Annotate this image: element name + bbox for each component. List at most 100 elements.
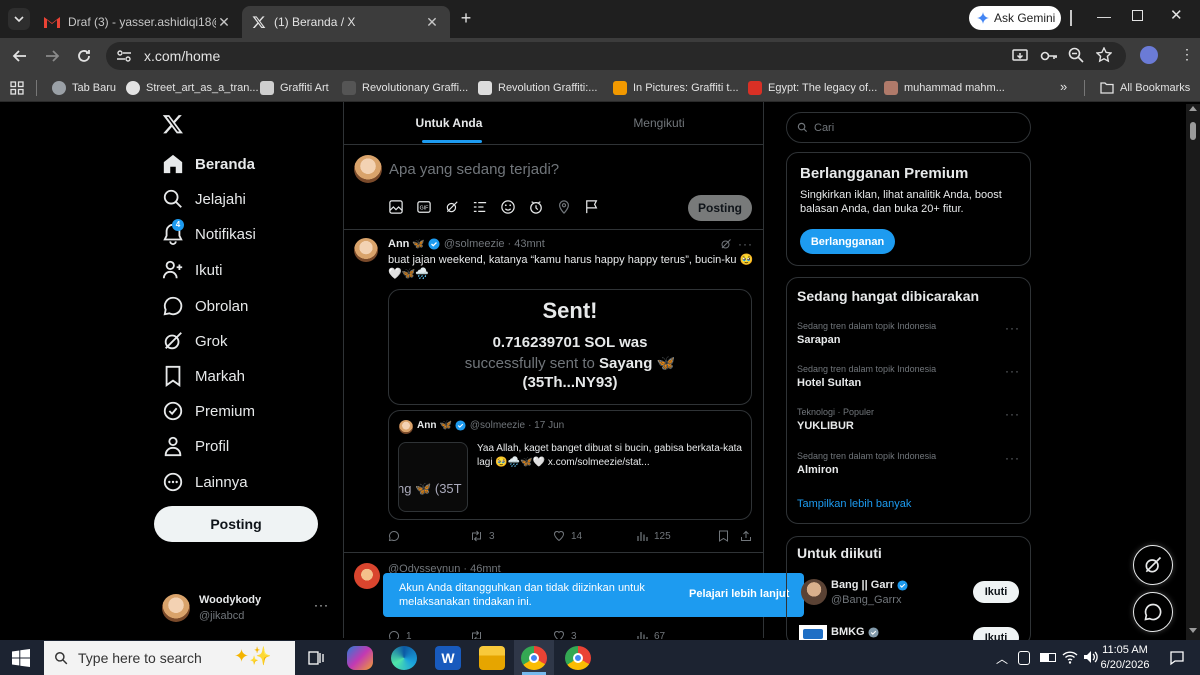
meet-now-icon[interactable] (1018, 651, 1030, 665)
bookmark-item[interactable]: Graffiti Art (260, 80, 329, 96)
forward-arrow-icon[interactable] (44, 48, 60, 64)
tab-following[interactable]: Mengikuti (554, 102, 764, 144)
more-icon[interactable]: ··· (314, 598, 329, 612)
grok-icon[interactable] (720, 238, 732, 250)
scrollbar-track[interactable] (1186, 104, 1200, 640)
views-button[interactable]: 67 (636, 630, 665, 639)
nav-item-premium[interactable]: Premium (162, 397, 255, 425)
tweet[interactable]: Ann 🦋 @solmeezie · 43mnt ··· buat jajan … (344, 230, 764, 552)
apps-grid-icon[interactable] (10, 81, 24, 95)
bookmark-star-icon[interactable] (1096, 47, 1112, 63)
messages-float-button[interactable] (1133, 592, 1173, 632)
wifi-icon[interactable] (1062, 650, 1078, 664)
all-bookmarks-button[interactable]: All Bookmarks (1100, 80, 1190, 96)
close-window-button[interactable]: ✕ (1170, 6, 1183, 24)
restore-button[interactable] (1132, 10, 1143, 21)
tab-x-home[interactable]: (1) Beranda / X ✕ (242, 6, 450, 38)
scrollbar-thumb[interactable] (1190, 122, 1196, 140)
windows-start-icon[interactable] (12, 649, 30, 667)
nav-item-grok[interactable]: Grok (162, 327, 228, 355)
minimize-button[interactable]: — (1097, 8, 1111, 24)
more-icon[interactable]: ··· (1005, 407, 1020, 421)
clock[interactable]: 11:05 AM 6/20/2026 (1100, 643, 1150, 673)
learn-more-link[interactable]: Pelajari lebih lanjut (689, 588, 789, 600)
scroll-down-arrow-icon[interactable] (1189, 628, 1197, 633)
account-switcher[interactable]: Woodykody @jikabcd ··· (154, 588, 334, 628)
nav-item-more[interactable]: Lainnya (162, 468, 248, 496)
taskbar-search-input[interactable]: Type here to search ✦✨ (44, 641, 295, 675)
more-icon[interactable]: ··· (1005, 451, 1020, 465)
nav-item-chat[interactable]: Obrolan (162, 292, 248, 320)
task-view-icon[interactable] (308, 650, 324, 666)
new-tab-button[interactable]: + (456, 8, 476, 28)
chrome-menu-icon[interactable]: ⋮ (1180, 46, 1194, 62)
notifications-icon[interactable] (1169, 650, 1185, 666)
more-icon[interactable]: ··· (1005, 364, 1020, 378)
address-bar[interactable]: x.com/home (106, 42, 1126, 70)
retweet-button[interactable] (470, 630, 489, 639)
close-icon[interactable]: ✕ (216, 14, 232, 31)
like-button[interactable]: 3 (553, 630, 577, 639)
trend-item[interactable]: Sedang tren dalam topik Indonesia Sarapa… (797, 321, 1029, 351)
zoom-icon[interactable] (1068, 47, 1084, 63)
grok-icon[interactable] (445, 200, 459, 214)
reload-icon[interactable] (76, 48, 92, 64)
bookmark-icon[interactable] (718, 530, 729, 542)
back-arrow-icon[interactable] (12, 48, 28, 64)
nav-item-explore[interactable]: Jelajahi (162, 185, 246, 213)
battery-icon[interactable] (1040, 653, 1056, 662)
reply-button[interactable]: 1 (388, 630, 412, 639)
show-hidden-icons[interactable]: ︿ (996, 650, 1008, 667)
image-icon[interactable] (389, 200, 403, 214)
bookmark-item[interactable]: Tab Baru (52, 80, 116, 96)
tab-search-button[interactable] (8, 8, 30, 30)
compose-input[interactable]: Apa yang sedang terjadi? (389, 161, 559, 178)
post-button[interactable]: Posting (154, 506, 318, 542)
poll-icon[interactable] (473, 200, 487, 214)
author-name[interactable]: Ann (388, 238, 409, 250)
ask-gemini-button[interactable]: Ask Gemini (969, 6, 1061, 30)
scroll-up-arrow-icon[interactable] (1189, 106, 1197, 111)
more-icon[interactable]: ··· (738, 237, 753, 251)
bookmark-item[interactable]: Revolution Graffiti:... (478, 80, 597, 96)
share-icon[interactable] (740, 530, 752, 542)
search-input[interactable]: Cari (786, 112, 1031, 143)
more-icon[interactable]: ··· (1005, 321, 1020, 335)
file-explorer-icon[interactable] (479, 646, 505, 670)
show-more-link[interactable]: Tampilkan lebih banyak (797, 498, 911, 510)
nav-item-follow[interactable]: Ikuti (162, 256, 223, 284)
trend-item[interactable]: Sedang tren dalam topik Indonesia Hotel … (797, 364, 1029, 394)
gif-icon[interactable]: GIF (417, 200, 431, 214)
volume-icon[interactable] (1083, 650, 1099, 664)
more-bookmarks-icon[interactable]: » (1060, 79, 1067, 94)
flag-icon[interactable] (585, 200, 599, 214)
subscribe-button[interactable]: Berlangganan (800, 229, 895, 254)
follow-button[interactable]: Ikuti (973, 581, 1019, 603)
retweet-button[interactable]: 3 (470, 530, 495, 542)
tweet-media-card[interactable]: Sent! 0.716239701 SOL was successfully s… (388, 289, 752, 405)
trend-item[interactable]: Sedang tren dalam topik Indonesia Almiro… (797, 451, 1029, 481)
profile-avatar[interactable] (1140, 46, 1158, 64)
author-handle[interactable]: @solmeezie (444, 238, 505, 250)
quote-tweet[interactable]: Ann 🦋 @solmeezie · 17 Jun ng 🦋 (35T Yaa … (388, 410, 752, 520)
bookmark-item[interactable]: Street_art_as_a_tran... (126, 80, 259, 96)
nav-item-profile[interactable]: Profil (162, 432, 229, 460)
follow-suggestion[interactable]: Bang || Garr @Bang_Garrx Ikuti (797, 575, 1029, 611)
password-key-icon[interactable] (1040, 48, 1058, 64)
bookmark-item[interactable]: Egypt: The legacy of... (748, 80, 877, 96)
emoji-icon[interactable] (501, 200, 515, 214)
tweet-time[interactable]: · 43mnt (508, 238, 545, 250)
bookmark-item[interactable]: In Pictures: Graffiti t... (613, 80, 739, 96)
schedule-icon[interactable] (529, 200, 543, 214)
bookmark-item[interactable]: Revolutionary Graffi... (342, 80, 468, 96)
nav-item-home[interactable]: Beranda (162, 150, 255, 178)
nav-item-bookmarks[interactable]: Markah (162, 362, 245, 390)
grok-float-button[interactable] (1133, 545, 1173, 585)
trend-item[interactable]: Teknologi · Populer YUKLIBUR ··· (797, 407, 1029, 437)
reply-button[interactable] (388, 530, 406, 542)
bookmark-item[interactable]: muhammad mahm... (884, 80, 1005, 96)
install-app-icon[interactable] (1012, 48, 1028, 64)
nav-item-notifications[interactable]: 4 Notifikasi (162, 219, 256, 248)
tab-gmail[interactable]: Draf (3) - yasser.ashidiqi18@gm ✕ (34, 6, 242, 38)
site-settings-icon[interactable] (116, 49, 132, 63)
